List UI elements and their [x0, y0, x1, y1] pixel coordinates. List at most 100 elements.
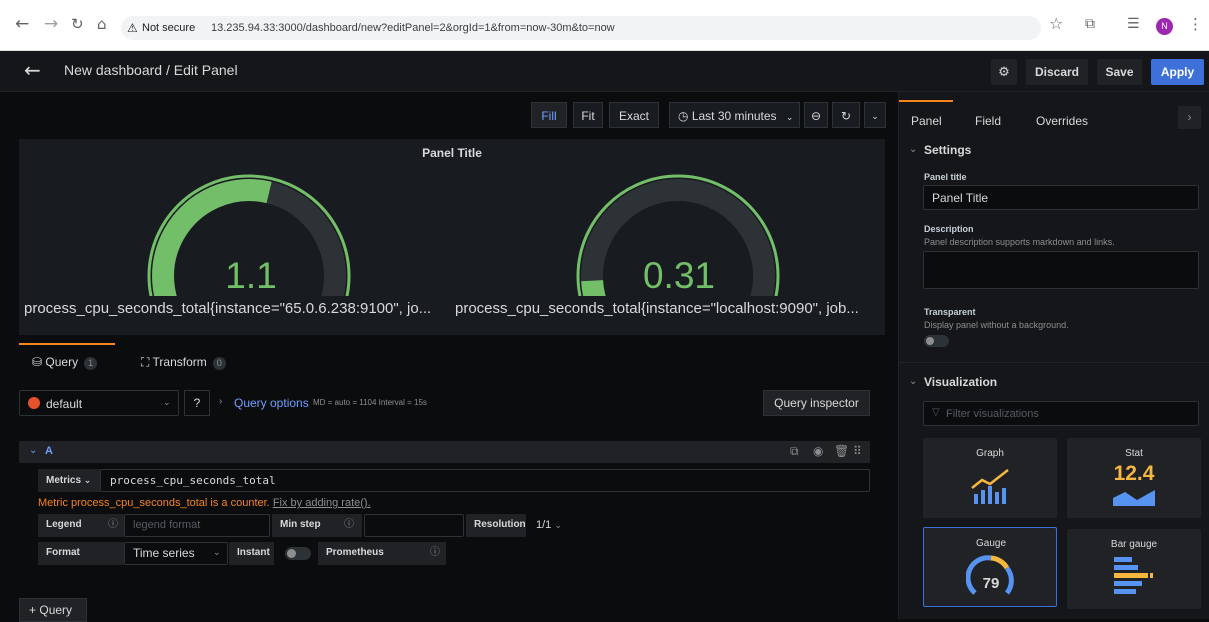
trash-icon[interactable]: 🗑 [834, 444, 849, 458]
transparent-hint: Display panel without a background. [924, 320, 1069, 330]
info-icon[interactable]: ⓘ [108, 514, 118, 536]
add-query-button[interactable]: + Query [19, 598, 87, 622]
apply-button[interactable]: Apply [1151, 59, 1204, 85]
format-value: Time series [133, 546, 195, 560]
instant-toggle[interactable] [285, 547, 311, 560]
reload-icon[interactable]: ↻ [71, 14, 84, 34]
resolution-value: 1/1 [536, 519, 552, 531]
viz-card-gauge[interactable]: Gauge 79 [923, 527, 1057, 607]
panel-preview[interactable]: Panel Title 1.1 process_cpu_seconds_tota… [19, 139, 885, 335]
add-query-label: Query [39, 603, 73, 617]
info-icon[interactable]: ⓘ [344, 514, 354, 536]
chevron-down-icon: ⌄ [163, 397, 171, 407]
zoom-out-icon[interactable]: ⊖ [804, 102, 828, 128]
tab-transform[interactable]: ⛶ Transform 0 [141, 354, 226, 370]
toggle-knob [287, 549, 296, 558]
forward-arrow-icon[interactable]: → [44, 14, 58, 34]
tab-query-label: Query [45, 355, 79, 369]
visualization-section-title[interactable]: Visualization [924, 375, 997, 389]
profile-avatar[interactable]: N [1156, 18, 1173, 35]
duplicate-icon[interactable]: ⧉ [790, 444, 799, 459]
chevron-down-icon[interactable]: ⌄ [909, 376, 917, 387]
fix-rate-link[interactable]: Fix by adding rate(). [273, 497, 371, 509]
metrics-label-text: Metrics [46, 475, 82, 486]
description-textarea[interactable] [923, 251, 1199, 289]
metrics-query-input[interactable]: process_cpu_seconds_total [100, 469, 870, 492]
help-icon[interactable]: ? [184, 390, 210, 416]
gauge-2-value: 0.31 [642, 255, 715, 296]
viz-card-label: Graph [976, 448, 1004, 459]
plus-icon: + [29, 603, 37, 617]
top-navbar: ← New dashboard / Edit Panel ⚙ Discard S… [0, 51, 1209, 92]
settings-gear-icon[interactable]: ⚙ [991, 59, 1017, 85]
home-icon[interactable]: ⌂ [97, 14, 107, 34]
panel-title-input[interactable]: Panel Title [923, 185, 1199, 210]
query-row-header[interactable]: ⌄ A ⧉ ◉ 🗑 ⠿ [19, 441, 870, 463]
min-step-label-text: Min step [280, 519, 321, 530]
discard-button[interactable]: Discard [1026, 59, 1088, 85]
security-label: Not secure [142, 22, 196, 34]
viz-card-graph[interactable]: Graph [923, 438, 1057, 518]
gauge-1-value: 1.1 [225, 255, 277, 296]
back-arrow-icon[interactable]: ← [15, 14, 29, 34]
resolution-select[interactable]: 1/1 ⌄ [528, 514, 578, 537]
stat-sparkline-icon [1113, 490, 1155, 506]
datasource-picker[interactable]: default ⌄ [19, 390, 179, 416]
viz-card-label: Gauge [975, 538, 1007, 549]
chevron-down-icon: ⌄ [554, 520, 562, 530]
min-step-input[interactable] [364, 514, 464, 537]
tab-overrides[interactable]: Overrides [1036, 114, 1088, 128]
info-icon[interactable]: ⓘ [430, 542, 440, 564]
tab-panel[interactable]: Panel [911, 114, 942, 128]
bar-gauge-viz-icon [1114, 557, 1153, 594]
transparent-toggle[interactable] [924, 335, 949, 347]
refresh-interval-chevron-icon[interactable]: ⌄ [864, 102, 886, 128]
viz-card-bar-gauge[interactable]: Bar gauge [1067, 529, 1201, 609]
gauge-1-label: process_cpu_seconds_total{instance="65.0… [24, 300, 432, 317]
settings-section-title[interactable]: Settings [924, 143, 971, 157]
gauge-2-label: process_cpu_seconds_total{instance="loca… [455, 300, 859, 317]
viz-card-stat[interactable]: Stat 12.4 [1067, 438, 1201, 518]
toggle-knob [926, 337, 934, 345]
panel-title: Panel Title [422, 146, 482, 160]
bookmark-star-icon[interactable]: ☆ [1049, 14, 1063, 34]
gauge-sample-value: 79 [982, 575, 1000, 592]
save-button[interactable]: Save [1097, 59, 1142, 85]
filter-funnel-icon: ▽ [932, 407, 940, 418]
prometheus-label-text: Prometheus [326, 547, 384, 558]
viz-card-label: Bar gauge [1110, 539, 1158, 550]
legend-format-input[interactable]: legend format [124, 514, 270, 537]
filter-placeholder: Filter visualizations [946, 408, 1039, 420]
time-range-picker[interactable]: ◷ Last 30 minutes ⌄ [669, 102, 800, 128]
eye-icon[interactable]: ◉ [813, 444, 823, 458]
refresh-icon[interactable]: ↻ [832, 102, 860, 128]
url-text[interactable]: 13.235.94.33:3000/dashboard/new?editPane… [211, 22, 615, 34]
exact-button[interactable]: Exact [609, 102, 659, 128]
tab-query[interactable]: ⛁ Query 1 [32, 354, 98, 370]
chevron-down-icon: ⌄ [213, 547, 221, 557]
chevron-right-icon: › [219, 396, 223, 407]
chevron-down-icon[interactable]: ⌄ [909, 144, 917, 155]
collapse-pane-chevron-icon[interactable]: › [1178, 106, 1201, 129]
warning-text: Metric process_cpu_seconds_total is a co… [38, 497, 270, 509]
reading-list-icon[interactable]: ☰ [1127, 14, 1140, 34]
fit-button[interactable]: Fit [573, 102, 603, 128]
filter-visualizations-input[interactable]: ▽ Filter visualizations [923, 401, 1199, 426]
query-inspector-button[interactable]: Query inspector [763, 390, 870, 416]
tab-field[interactable]: Field [975, 114, 1001, 128]
extensions-icon[interactable]: ⧉ [1085, 14, 1095, 34]
graph-viz-icon [971, 469, 1009, 504]
format-select[interactable]: Time series ⌄ [124, 542, 228, 565]
back-arrow-icon[interactable]: ← [24, 58, 41, 82]
collapse-chevron-icon[interactable]: ⌄ [29, 445, 37, 456]
prometheus-label: Prometheus ⓘ [318, 542, 446, 565]
format-label: Format [38, 542, 124, 565]
query-options-toggle[interactable]: Query options [234, 396, 309, 410]
drag-handle-icon[interactable]: ⠿ [853, 444, 862, 458]
browser-chrome: ← → ↻ ⌂ ⚠ Not secure 13.235.94.33:3000/d… [0, 0, 1209, 51]
transform-icon: ⛶ [141, 355, 150, 369]
address-bar[interactable]: ⚠ Not secure 13.235.94.33:3000/dashboard… [121, 16, 1041, 40]
metrics-label[interactable]: Metrics ⌄ [38, 469, 100, 492]
fill-button[interactable]: Fill [531, 102, 567, 128]
browser-menu-icon[interactable]: ⋮ [1188, 14, 1203, 34]
